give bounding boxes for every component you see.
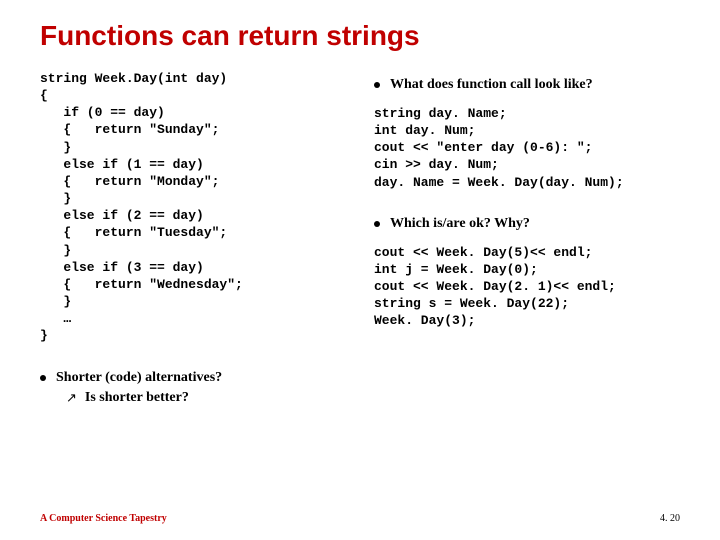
subbullet-shorter-better: ↗ Is shorter better? bbox=[66, 389, 346, 408]
content-columns: string Week.Day(int day) { if (0 == day)… bbox=[40, 70, 680, 408]
slide: Functions can return strings string Week… bbox=[0, 0, 720, 540]
footer-page-number: 4. 20 bbox=[660, 513, 680, 524]
footer-source: A Computer Science Tapestry bbox=[40, 513, 167, 524]
right-column: What does function call look like? strin… bbox=[374, 70, 680, 408]
bullet-shorter: Shorter (code) alternatives? bbox=[40, 369, 346, 388]
left-column: string Week.Day(int day) { if (0 == day)… bbox=[40, 70, 346, 408]
bullet-icon bbox=[374, 82, 380, 88]
arrow-icon: ↗ bbox=[66, 389, 77, 407]
code-block-usage: string day. Name; int day. Num; cout << … bbox=[374, 105, 680, 191]
bullet-call-like: What does function call look like? bbox=[374, 76, 680, 95]
code-block-examples: cout << Week. Day(5)<< endl; int j = Wee… bbox=[374, 244, 680, 330]
code-block-weekday: string Week.Day(int day) { if (0 == day)… bbox=[40, 70, 346, 345]
bullet-icon bbox=[40, 375, 46, 381]
slide-title: Functions can return strings bbox=[40, 20, 680, 52]
bullet-icon bbox=[374, 221, 380, 227]
subbullet-text: Is shorter better? bbox=[85, 389, 189, 408]
bullet-shorter-text: Shorter (code) alternatives? bbox=[56, 369, 222, 388]
bullet-which-ok-text: Which is/are ok? Why? bbox=[390, 215, 530, 234]
bullet-which-ok: Which is/are ok? Why? bbox=[374, 215, 680, 234]
bullet-call-text: What does function call look like? bbox=[390, 76, 593, 95]
